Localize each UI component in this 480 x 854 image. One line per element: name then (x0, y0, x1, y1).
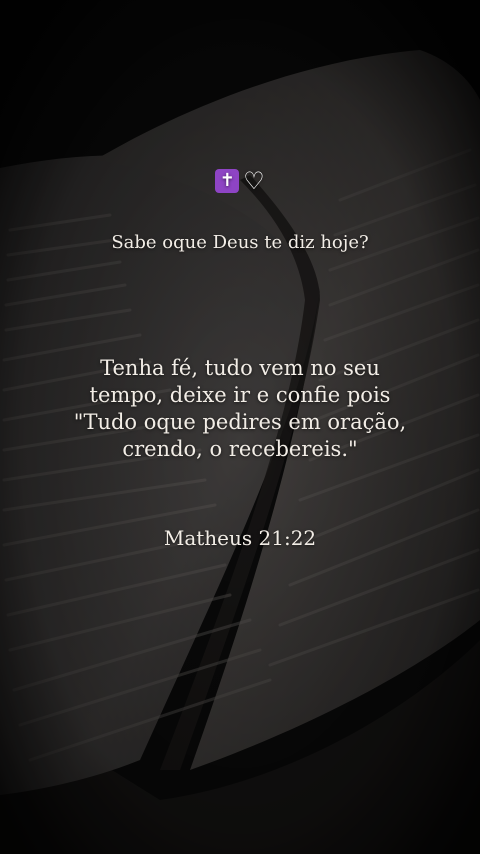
message-line: "Tudo oque pedires em oração, (73, 410, 407, 434)
message-line: Tenha fé, tudo vem no seu (100, 356, 380, 380)
message-line: crendo, o recebereis." (122, 437, 358, 461)
verse-reference: Matheus 21:22 (163, 526, 317, 550)
white-heart-icon: ♡ (243, 167, 265, 195)
question-text: Sabe oque Deus te diz hoje? (111, 232, 369, 253)
story-screen: ✝ ♡ Sabe oque Deus te diz hoje? Tenha fé,… (0, 0, 480, 854)
message-text: Tenha fé, tudo vem no seu tempo, deixe i… (0, 355, 480, 463)
emoji-row: ✝ ♡ (0, 166, 480, 195)
message-line: tempo, deixe ir e confie pois (89, 383, 391, 407)
latin-cross-icon: ✝ (215, 169, 240, 193)
